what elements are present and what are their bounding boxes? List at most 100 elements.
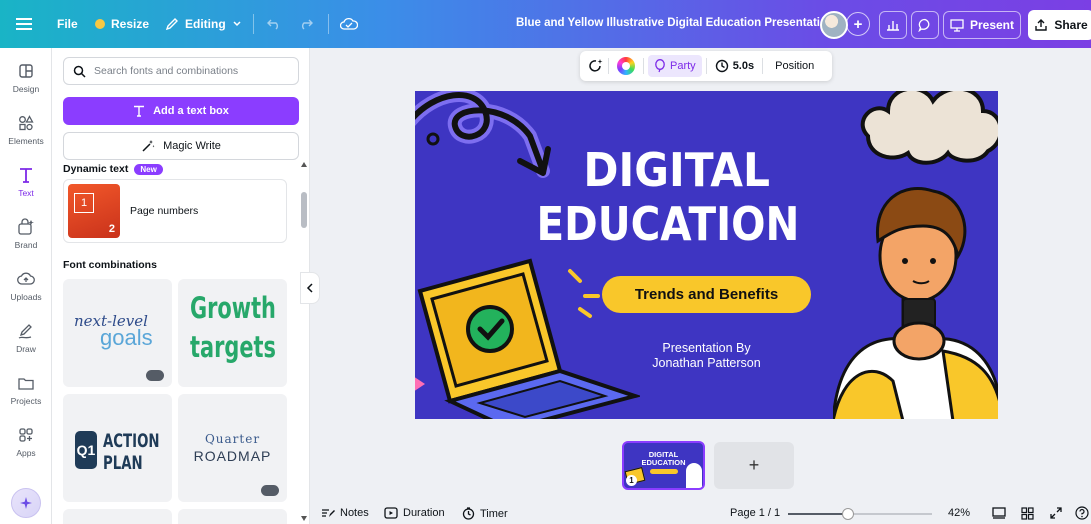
font-combo-quarter-roadmap[interactable]: Quarter ROADMAP [178,394,287,502]
rail-label: Elements [8,136,44,146]
zoom-level[interactable]: 42% [948,507,970,519]
file-menu[interactable]: File [57,9,78,39]
fullscreen-icon[interactable] [1050,507,1062,519]
party-button[interactable]: Party [648,55,702,77]
page-thumbnail[interactable]: DIGITAL EDUCATION 1 [622,441,705,490]
combo-line-sub: targets [190,330,276,364]
rail-label: Projects [10,396,42,406]
page-numbers-card[interactable]: 1 2 Page numbers [63,179,287,243]
crown-icon [95,19,105,29]
layout-icon [19,64,33,78]
document-title[interactable]: Blue and Yellow Illustrative Digital Edu… [516,17,834,29]
q1-badge: Q1 [75,431,97,469]
menu-icon[interactable] [16,9,32,39]
undo-icon[interactable] [266,9,282,39]
font-combo-next-level-goals[interactable]: next-level goals [63,279,172,387]
top-bar: File Resize Editing Blue and Yellow Illu… [0,0,1091,48]
timer-button[interactable]: Timer [462,507,508,520]
chevron-down-icon [233,21,241,27]
editing-label: Editing [185,17,226,31]
collapse-panel-button[interactable] [300,272,320,304]
font-combinations-heading: Font combinations [63,259,157,271]
rail-item-design[interactable]: Design [0,62,52,94]
rail-label: Uploads [10,292,42,302]
zoom-knob[interactable] [842,508,854,520]
color-wheel-icon[interactable] [617,57,635,75]
duration-value: 5.0s [732,60,755,72]
page-number-box: 1 [74,193,94,213]
page-indicator[interactable]: Page 1 / 1 [730,507,780,519]
editing-dropdown[interactable]: Editing [165,9,242,39]
page-toolbar: Party 5.0s Position [580,51,832,81]
notes-icon [322,509,335,517]
slide-subtitle: Trends and Benefits [634,286,779,303]
rail-item-text[interactable]: Text [0,166,52,198]
apps-icon [19,428,33,442]
cloud-upload-icon [17,272,35,285]
left-rail: Design Elements Text Brand Uploads Draw … [0,48,52,524]
laptop-illustration [417,258,640,419]
avatar[interactable] [820,11,848,39]
combo-line-main: ROADMAP [193,448,272,464]
thumb-person [686,463,702,488]
duration-button[interactable]: 5.0s [715,59,754,73]
add-text-box-button[interactable]: Add a text box [63,97,299,125]
resize-label: Resize [111,17,150,31]
share-button[interactable]: Share [1028,10,1091,40]
comment-button[interactable] [911,11,939,39]
help-icon[interactable] [1075,506,1089,520]
chevron-left-icon [306,283,313,293]
invite-plus-button[interactable]: + [846,12,870,36]
combo-line-main: goals [100,325,153,350]
font-combo-next[interactable] [178,509,287,524]
panel-scrollbar[interactable] [299,160,309,524]
thumb-pill [650,469,678,474]
rail-item-uploads[interactable]: Uploads [0,270,52,302]
sparkle-icon [20,497,32,509]
analytics-button[interactable] [879,11,907,39]
rail-item-projects[interactable]: Projects [0,374,52,406]
slide-canvas[interactable]: DIGITAL EDUCATION Trends and Benefits Pr… [415,91,998,419]
rail-item-apps[interactable]: Apps [0,426,52,458]
zoom-slider[interactable] [788,508,932,520]
duration-bottom-button[interactable]: Duration [384,507,445,519]
add-page-button[interactable]: + [714,442,794,489]
pages-view-icon[interactable] [992,507,1006,519]
text-icon [134,105,145,117]
dynamic-text-heading: Dynamic text New [63,163,163,175]
pencil-icon [165,18,178,31]
magic-assistant-button[interactable] [11,488,41,518]
add-text-label: Add a text box [153,105,229,117]
dynamic-text-label: Dynamic text [63,163,129,175]
search-icon [73,65,86,78]
rail-label: Draw [16,344,36,354]
zoom-label: 42% [948,507,971,519]
position-button[interactable]: Position [775,60,814,72]
notes-button[interactable]: Notes [321,507,369,519]
rail-item-elements[interactable]: Elements [0,114,52,146]
page-number-two: 2 [108,223,115,235]
rail-label: Text [18,188,34,198]
font-combo-next[interactable] [63,509,172,524]
font-combinations-label: Font combinations [63,259,157,271]
magic-write-button[interactable]: Magic Write [63,132,299,160]
text-panel: Search fonts and combinations Add a text… [52,48,310,524]
search-input[interactable]: Search fonts and combinations [63,57,299,85]
thumb-page-number: 1 [629,476,634,485]
grid-view-icon[interactable] [1021,507,1034,520]
student-illustration [833,186,998,419]
present-button[interactable]: Present [943,11,1021,39]
magic-wand-icon [142,140,155,152]
bar-chart-icon [887,21,899,31]
rail-item-draw[interactable]: Draw [0,322,52,354]
font-combo-action-plan[interactable]: Q1 ACTION PLAN [63,394,172,502]
scroll-up-icon [301,162,307,167]
redo-icon[interactable] [298,9,314,39]
cloud-saved-icon[interactable] [340,9,358,39]
animate-icon[interactable] [588,58,604,74]
rail-item-brand[interactable]: Brand [0,218,52,250]
font-combo-growth-targets[interactable]: Growth targets [178,279,287,387]
resize-button[interactable]: Resize [95,9,149,39]
scroll-thumb[interactable] [301,192,307,228]
shapes-icon [19,115,34,131]
